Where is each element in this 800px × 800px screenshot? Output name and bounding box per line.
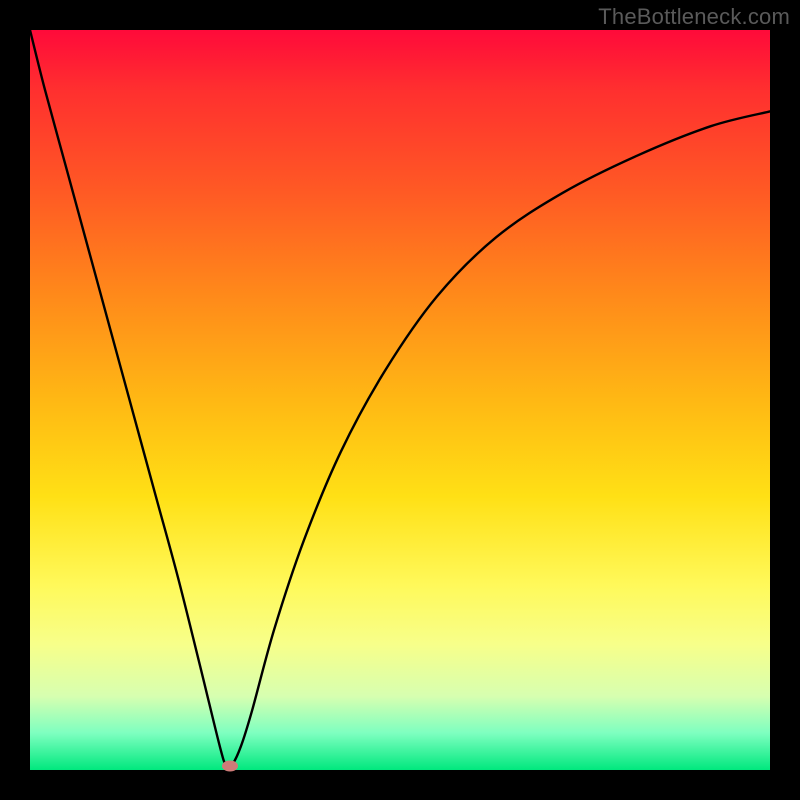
minimum-marker [222,761,238,772]
plot-area [30,30,770,770]
chart-frame: TheBottleneck.com [0,0,800,800]
curve-svg [30,30,770,770]
watermark-text: TheBottleneck.com [598,4,790,30]
bottleneck-curve [30,30,770,767]
